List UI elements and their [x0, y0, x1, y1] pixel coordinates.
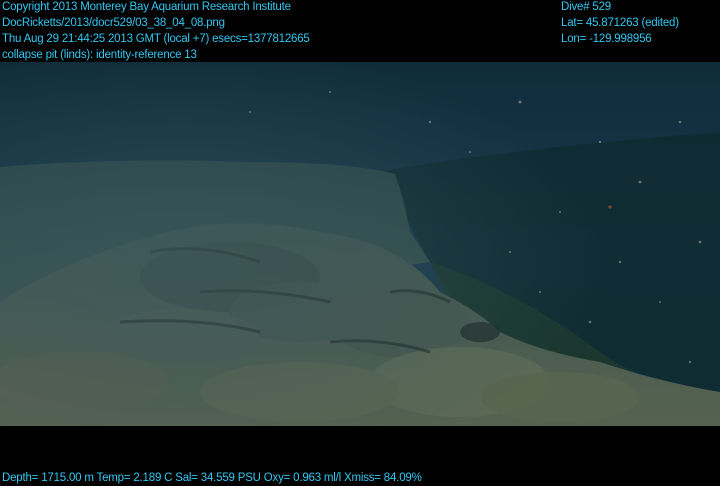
seafloor-scene-illustration — [0, 62, 720, 426]
latitude-text: Lat= 45.871263 (edited) — [561, 17, 679, 29]
seafloor-photo — [0, 62, 720, 426]
image-path-text: DocRicketts/2013/docr529/03_38_04_08.png — [2, 17, 225, 29]
timestamp-text: Thu Aug 29 21:44:25 2013 GMT (local +7) … — [2, 33, 310, 45]
metadata-overlay-left: Copyright 2013 Monterey Bay Aquarium Res… — [2, 0, 310, 63]
annotation-text: collapse pit (linds): identity-reference… — [2, 49, 197, 61]
sensor-readout: Depth= 1715.00 m Temp= 2.189 C Sal= 34.5… — [2, 472, 422, 484]
dive-number-text: Dive# 529 — [561, 1, 611, 13]
metadata-overlay-right: Dive# 529 Lat= 45.871263 (edited) Lon= -… — [561, 0, 679, 47]
longitude-text: Lon= -129.998956 — [561, 33, 652, 45]
copyright-text: Copyright 2013 Monterey Bay Aquarium Res… — [2, 1, 291, 13]
